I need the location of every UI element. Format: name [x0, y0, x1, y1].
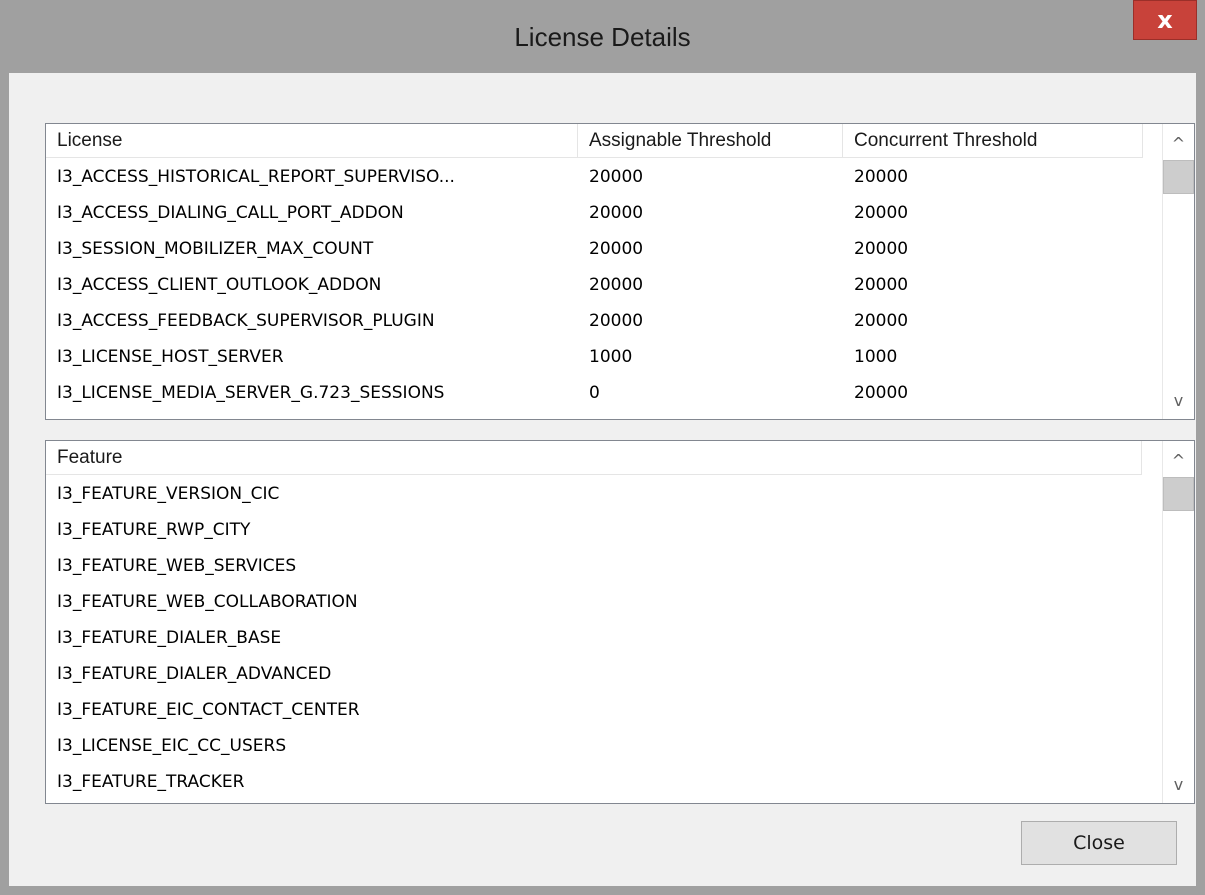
scrollbar-thumb[interactable] — [1163, 160, 1194, 194]
list-item[interactable]: I3_LICENSE_EIC_CC_USERS — [46, 728, 1142, 764]
concurrent-threshold-cell: 20000 — [854, 167, 909, 187]
table-row[interactable]: I3_ACCESS_CLIENT_OUTLOOK_ADDON 20000 200… — [46, 267, 1143, 303]
license-name-cell: I3_ACCESS_HISTORICAL_REPORT_SUPERVISO... — [57, 167, 455, 187]
license-list-scrollbar[interactable]: ^ v — [1162, 124, 1194, 419]
license-name-cell: I3_ACCESS_DIALING_CALL_PORT_ADDON — [57, 203, 404, 223]
dialog-content: License Assignable Threshold Concurrent … — [9, 73, 1196, 886]
title-bar[interactable]: License Details x — [0, 0, 1205, 82]
dialog-title: License Details — [514, 22, 691, 52]
list-item[interactable]: I3_FEATURE_WEB_COLLABORATION — [46, 584, 1142, 620]
concurrent-threshold-cell: 20000 — [854, 275, 909, 295]
feature-name-cell: I3_FEATURE_VERSION_CIC — [57, 484, 280, 504]
list-item[interactable]: I3_FEATURE_DIALER_BASE — [46, 620, 1142, 656]
license-list[interactable]: License Assignable Threshold Concurrent … — [45, 123, 1195, 420]
concurrent-threshold-cell: 1000 — [854, 347, 898, 367]
table-row[interactable]: I3_LICENSE_HOST_SERVER 1000 1000 — [46, 339, 1143, 375]
feature-name-cell: I3_FEATURE_WEB_COLLABORATION — [57, 592, 358, 612]
license-name-cell: I3_SESSION_MOBILIZER_MAX_COUNT — [57, 239, 374, 259]
feature-name-cell: I3_FEATURE_EIC_CONTACT_CENTER — [57, 700, 360, 720]
list-item[interactable]: I3_FEATURE_TRACKER — [46, 764, 1142, 800]
scrollbar-thumb[interactable] — [1163, 477, 1194, 511]
concurrent-threshold-cell: 20000 — [854, 383, 909, 403]
assignable-threshold-cell: 20000 — [589, 311, 644, 331]
table-row[interactable]: I3_LICENSE_MEDIA_SERVER_G.723_SESSIONS 0… — [46, 375, 1143, 411]
feature-rows: I3_FEATURE_VERSION_CIC I3_FEATURE_RWP_CI… — [46, 476, 1142, 800]
assignable-threshold-cell: 20000 — [589, 239, 644, 259]
feature-list-scrollbar[interactable]: ^ v — [1162, 441, 1194, 803]
license-name-cell: I3_ACCESS_CLIENT_OUTLOOK_ADDON — [57, 275, 382, 295]
license-details-dialog: License Details x License Assignable Thr… — [0, 0, 1205, 895]
list-item[interactable]: I3_FEATURE_DIALER_ADVANCED — [46, 656, 1142, 692]
concurrent-threshold-cell: 20000 — [854, 239, 909, 259]
chevron-up-icon[interactable]: ^ — [1163, 445, 1194, 475]
license-name-cell: I3_LICENSE_HOST_SERVER — [57, 347, 284, 367]
assignable-threshold-cell: 20000 — [589, 203, 644, 223]
assignable-threshold-cell: 1000 — [589, 347, 633, 367]
chevron-down-icon[interactable]: v — [1163, 385, 1194, 415]
assignable-threshold-cell: 20000 — [589, 275, 644, 295]
concurrent-threshold-cell: 20000 — [854, 203, 909, 223]
feature-name-cell: I3_FEATURE_RWP_CITY — [57, 520, 251, 540]
feature-name-cell: I3_FEATURE_DIALER_ADVANCED — [57, 664, 332, 684]
close-icon[interactable]: x — [1133, 0, 1197, 40]
column-header-assignable-threshold[interactable]: Assignable Threshold — [578, 124, 843, 158]
column-header-license[interactable]: License — [46, 124, 578, 158]
license-name-cell: I3_ACCESS_FEEDBACK_SUPERVISOR_PLUGIN — [57, 311, 435, 331]
license-list-header: License Assignable Threshold Concurrent … — [46, 124, 1143, 158]
table-row[interactable]: I3_ACCESS_DIALING_CALL_PORT_ADDON 20000 … — [46, 195, 1143, 231]
column-header-concurrent-threshold[interactable]: Concurrent Threshold — [843, 124, 1143, 158]
list-item[interactable]: I3_FEATURE_WEB_SERVICES — [46, 548, 1142, 584]
license-rows: I3_ACCESS_HISTORICAL_REPORT_SUPERVISO...… — [46, 159, 1143, 411]
close-button[interactable]: Close — [1021, 821, 1177, 865]
list-item[interactable]: I3_FEATURE_RWP_CITY — [46, 512, 1142, 548]
feature-name-cell: I3_FEATURE_DIALER_BASE — [57, 628, 282, 648]
license-name-cell: I3_LICENSE_MEDIA_SERVER_G.723_SESSIONS — [57, 383, 445, 403]
feature-name-cell: I3_LICENSE_EIC_CC_USERS — [57, 736, 287, 756]
assignable-threshold-cell: 0 — [589, 383, 600, 403]
table-row[interactable]: I3_SESSION_MOBILIZER_MAX_COUNT 20000 200… — [46, 231, 1143, 267]
column-header-feature[interactable]: Feature — [46, 441, 1142, 475]
feature-list-header: Feature — [46, 441, 1142, 475]
feature-name-cell: I3_FEATURE_TRACKER — [57, 772, 245, 792]
list-item[interactable]: I3_FEATURE_EIC_CONTACT_CENTER — [46, 692, 1142, 728]
chevron-down-icon[interactable]: v — [1163, 769, 1194, 799]
feature-list[interactable]: Feature I3_FEATURE_VERSION_CIC I3_FEATUR… — [45, 440, 1195, 804]
table-row[interactable]: I3_ACCESS_FEEDBACK_SUPERVISOR_PLUGIN 200… — [46, 303, 1143, 339]
concurrent-threshold-cell: 20000 — [854, 311, 909, 331]
assignable-threshold-cell: 20000 — [589, 167, 644, 187]
list-item[interactable]: I3_FEATURE_VERSION_CIC — [46, 476, 1142, 512]
table-row[interactable]: I3_ACCESS_HISTORICAL_REPORT_SUPERVISO...… — [46, 159, 1143, 195]
chevron-up-icon[interactable]: ^ — [1163, 128, 1194, 158]
feature-name-cell: I3_FEATURE_WEB_SERVICES — [57, 556, 297, 576]
